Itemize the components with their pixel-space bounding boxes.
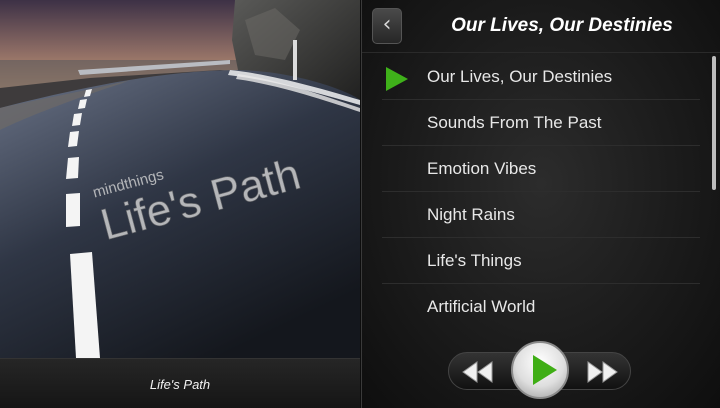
track-row[interactable]: Our Lives, Our Destinies bbox=[382, 54, 700, 100]
scrollbar[interactable] bbox=[712, 56, 716, 190]
track-row[interactable]: Sounds From The Past bbox=[382, 100, 700, 146]
fast-forward-icon bbox=[587, 361, 618, 383]
playlist-panel: ‹ Our Lives, Our Destinies Our Lives, Ou… bbox=[361, 0, 720, 408]
header-bar: ‹ Our Lives, Our Destinies bbox=[362, 0, 720, 53]
track-title: Our Lives, Our Destinies bbox=[427, 66, 613, 86]
album-art: mindthings Life's Path bbox=[0, 0, 360, 358]
track-row[interactable]: Emotion Vibes bbox=[382, 146, 700, 192]
page-title: Our Lives, Our Destinies bbox=[451, 15, 673, 36]
album-caption: Life's Path bbox=[0, 358, 360, 408]
play-button[interactable] bbox=[511, 341, 569, 399]
track-title: Night Rains bbox=[427, 204, 515, 224]
track-row[interactable]: Artificial World bbox=[382, 284, 700, 330]
track-title: Emotion Vibes bbox=[427, 158, 537, 178]
track-title: Sounds From The Past bbox=[427, 112, 602, 132]
track-row[interactable]: Night Rains bbox=[382, 192, 700, 238]
track-title: Life's Things bbox=[427, 250, 522, 270]
back-button[interactable]: ‹ bbox=[372, 8, 402, 44]
play-icon bbox=[533, 355, 557, 385]
track-list: Our Lives, Our Destinies Sounds From The… bbox=[382, 54, 700, 330]
rewind-button[interactable] bbox=[460, 358, 496, 386]
album-art-panel: mindthings Life's Path Life's Path bbox=[0, 0, 360, 408]
chevron-left-icon: ‹ bbox=[382, 12, 392, 37]
rewind-icon bbox=[462, 361, 493, 383]
now-playing-icon bbox=[386, 67, 408, 91]
track-title: Artificial World bbox=[427, 297, 536, 316]
fast-forward-button[interactable] bbox=[584, 358, 620, 386]
track-row[interactable]: Life's Things bbox=[382, 238, 700, 284]
